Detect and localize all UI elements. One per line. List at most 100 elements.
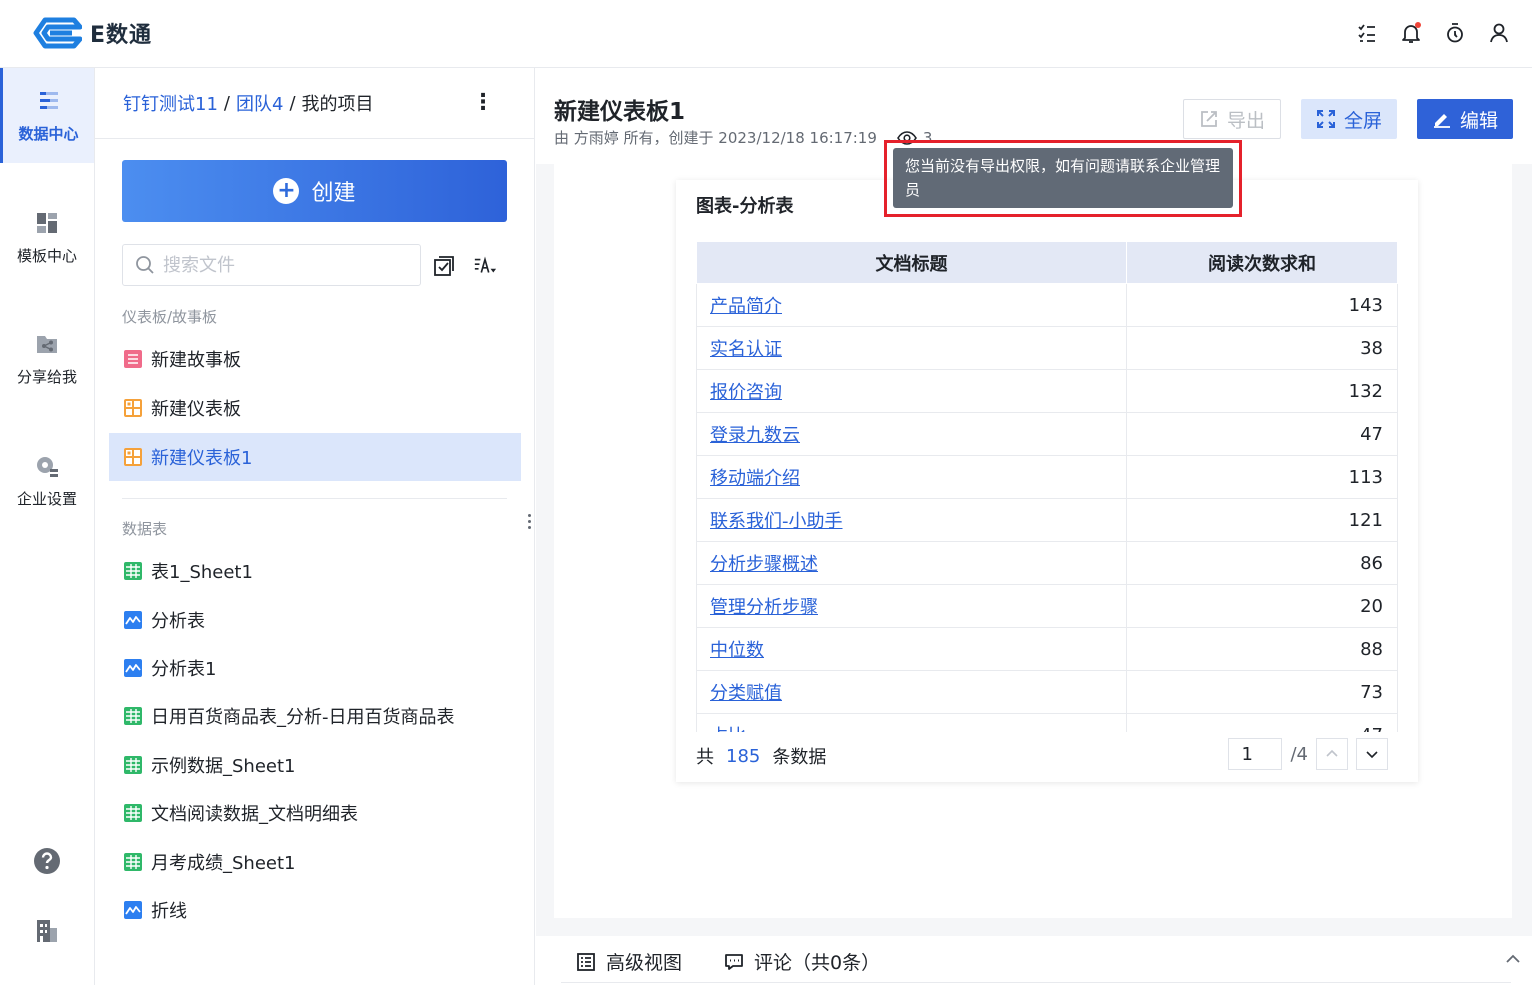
search-input[interactable] — [163, 254, 393, 276]
owner-info: 由 方雨婷 所有，创建于 2023/12/18 16:17:19 — [554, 129, 877, 147]
doc-title-link[interactable]: 中位数 — [696, 627, 1127, 671]
comments-label: 评论（共0条） — [754, 952, 881, 974]
export-icon — [1201, 111, 1217, 127]
file-item-label: 折线 — [151, 901, 187, 922]
bell-icon[interactable] — [1400, 22, 1422, 44]
table-row: 分析步骤概述 86 — [696, 541, 1398, 585]
prev-page-button[interactable] — [1316, 738, 1348, 770]
file-item-label: 示例数据_Sheet1 — [151, 756, 296, 777]
fullscreen-button[interactable]: 全屏 — [1301, 99, 1397, 139]
doc-title-link[interactable]: 分析步骤概述 — [696, 541, 1127, 585]
create-label: 创建 — [311, 181, 356, 206]
enterprise-button[interactable] — [0, 916, 94, 946]
file-item-label: 新建故事板 — [151, 350, 241, 371]
breadcrumb-link-workspace[interactable]: 钉钉测试11 — [123, 90, 218, 116]
sheet-icon — [124, 562, 142, 580]
panel-resize-handle[interactable] — [528, 514, 532, 529]
advanced-view-label: 高级视图 — [606, 952, 683, 974]
main-area: 新建仪表板1 由 方雨婷 所有，创建于 2023/12/18 16:17:19 … — [536, 68, 1532, 985]
sheet-icon — [124, 707, 142, 725]
nav-shared-with-me[interactable]: 分享给我 — [0, 311, 94, 406]
file-item-table[interactable]: 月考成绩_Sheet1 — [109, 838, 521, 886]
next-page-button[interactable] — [1356, 738, 1388, 770]
doc-title-link[interactable]: 报价咨询 — [696, 369, 1127, 413]
export-button[interactable]: 导出 — [1183, 99, 1281, 139]
batch-select-icon[interactable] — [432, 254, 456, 278]
doc-title-link[interactable]: 登录九数云 — [696, 412, 1127, 456]
nav-data-center[interactable]: 数据中心 — [0, 68, 94, 163]
file-item-label: 文档阅读数据_文档明细表 — [151, 804, 358, 825]
file-item-label: 新建仪表板1 — [151, 448, 253, 469]
column-header[interactable]: 文档标题 — [696, 241, 1127, 284]
chart-card[interactable]: 图表-分析表 文档标题 阅读次数求和 产品简介 143 实名认证 38 报价咨询 13… — [676, 180, 1418, 782]
timer-icon[interactable] — [1444, 22, 1466, 44]
file-item-dashboard-1[interactable]: 新建仪表板1 — [109, 433, 521, 481]
chevron-up-icon — [1326, 749, 1338, 757]
logo-mark-icon — [33, 17, 82, 49]
breadcrumb-separator: / — [223, 92, 230, 114]
read-count: 113 — [1126, 455, 1398, 499]
page-number-input[interactable]: 1 — [1228, 738, 1283, 770]
sheet-icon — [124, 804, 142, 822]
top-bar: E数通 — [0, 0, 1532, 68]
edit-button[interactable]: 编辑 — [1417, 99, 1513, 139]
file-item-label: 月考成绩_Sheet1 — [151, 853, 296, 874]
analysis-icon — [124, 611, 142, 629]
read-count: 86 — [1126, 541, 1398, 585]
task-list-icon[interactable] — [1356, 22, 1378, 44]
dashboard-icon — [124, 399, 142, 417]
sort-icon[interactable] — [473, 254, 497, 278]
chevron-up-icon[interactable] — [1504, 950, 1522, 968]
file-item-table[interactable]: 表1_Sheet1 — [109, 547, 521, 595]
doc-title-link[interactable]: 分类赋值 — [696, 670, 1127, 714]
doc-title-link[interactable]: 占比 — [696, 713, 1127, 732]
breadcrumb-separator: / — [289, 92, 296, 114]
file-item-table[interactable]: 分析表 — [109, 596, 521, 644]
doc-title-link[interactable]: 移动端介绍 — [696, 455, 1127, 499]
nav-template-center[interactable]: 模板中心 — [0, 190, 94, 285]
search-icon — [136, 256, 154, 274]
chevron-down-icon — [1366, 751, 1378, 759]
column-header[interactable]: 阅读次数求和 — [1126, 241, 1398, 284]
file-item-dashboard[interactable]: 新建仪表板 — [109, 384, 521, 432]
file-item-table[interactable]: 折线 — [109, 886, 521, 934]
file-item-table[interactable]: 文档阅读数据_文档明细表 — [109, 789, 521, 837]
analysis-icon — [124, 901, 142, 919]
doc-title-link[interactable]: 联系我们-小助手 — [696, 498, 1127, 542]
read-count: 73 — [1126, 670, 1398, 714]
breadcrumb-link-team[interactable]: 团队4 — [236, 90, 283, 116]
file-item-table[interactable]: 日用百货商品表_分析-日用百货商品表 — [109, 692, 521, 740]
create-button[interactable]: + 创建 — [122, 160, 507, 222]
user-icon[interactable] — [1488, 22, 1510, 44]
comments-button[interactable]: 评论（共0条） — [724, 948, 880, 975]
file-item-storyboard[interactable]: 新建故事板 — [109, 335, 521, 383]
read-count: 20 — [1126, 584, 1398, 628]
enterprise-settings-icon — [37, 457, 58, 477]
doc-title-link[interactable]: 实名认证 — [696, 326, 1127, 370]
edit-label: 编辑 — [1459, 109, 1498, 132]
data-table-wrapper[interactable]: 文档标题 阅读次数求和 产品简介 143 实名认证 38 报价咨询 132 登录九数云… — [696, 241, 1398, 732]
breadcrumb: 钉钉测试11 / 团队4 / 我的项目 — [123, 90, 374, 116]
advanced-view-button[interactable]: 高级视图 — [576, 948, 682, 975]
total-suffix: 条数据 — [772, 747, 827, 768]
doc-title-link[interactable]: 产品简介 — [696, 283, 1127, 327]
read-count: 88 — [1126, 627, 1398, 671]
analysis-icon — [124, 659, 142, 677]
file-item-table[interactable]: 分析表1 — [109, 644, 521, 692]
sheet-icon — [124, 756, 142, 774]
app-logo[interactable]: E数通 — [28, 16, 152, 50]
more-options-icon[interactable]: ⋮ — [472, 90, 494, 115]
section-label-dashboards: 仪表板/故事板 — [122, 308, 218, 326]
doc-title-link[interactable]: 管理分析步骤 — [696, 584, 1127, 628]
nav-label: 模板中心 — [16, 247, 77, 265]
divider — [122, 498, 507, 499]
read-count: 47 — [1126, 412, 1398, 456]
data-center-icon — [39, 92, 58, 109]
help-button[interactable] — [0, 846, 94, 876]
total-count: 185 — [726, 745, 761, 767]
breadcrumb-current: 我的项目 — [301, 94, 374, 115]
file-item-table[interactable]: 示例数据_Sheet1 — [109, 741, 521, 789]
nav-enterprise-settings[interactable]: 企业设置 — [0, 433, 94, 528]
divider — [561, 982, 1511, 983]
table-row: 分类赋值 73 — [696, 670, 1398, 714]
